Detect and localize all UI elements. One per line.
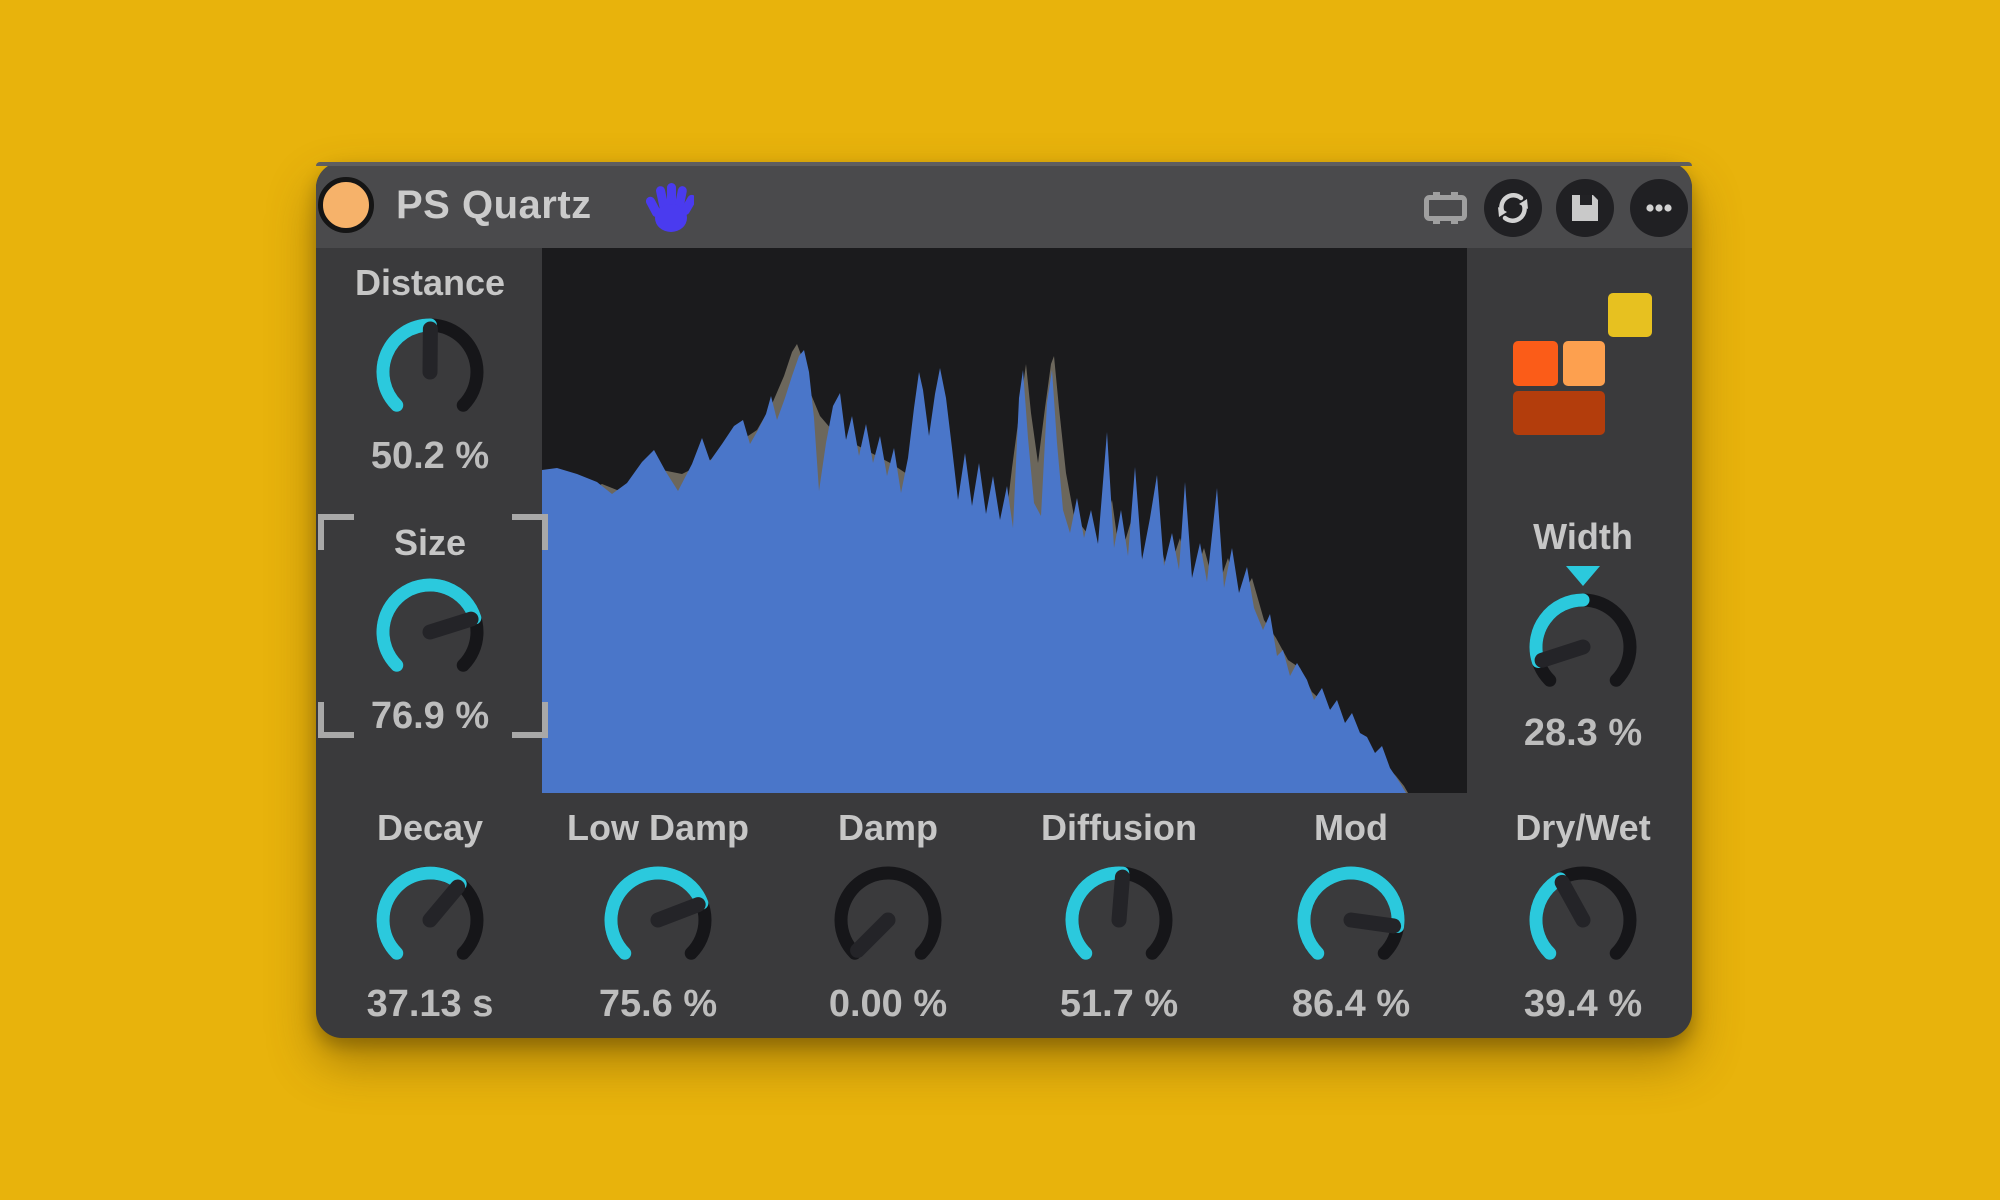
dry-wet-label: Dry/Wet [1473,807,1693,849]
distance-value[interactable]: 50.2 % [320,434,540,478]
damp-label: Damp [778,807,998,849]
width-center-marker-icon [1566,566,1600,586]
distance-knob[interactable] [368,310,492,434]
width-label: Width [1473,516,1693,558]
logo-square-yellow [1608,293,1652,337]
ps-quartz-device: PS Quartz [316,162,1692,1038]
save-preset-button[interactable] [1556,179,1614,237]
size-control: Size 76.9 % [320,522,540,738]
damp-control: Damp 0.00 % [778,807,998,1026]
distance-label: Distance [320,262,540,304]
hand-icon [646,181,694,233]
diffusion-value[interactable]: 51.7 % [1009,982,1229,1026]
mod-knob[interactable] [1289,858,1413,982]
low-damp-knob[interactable] [596,858,720,982]
decay-control: Decay 37.13 s [320,807,540,1026]
decay-label: Decay [320,807,540,849]
low-damp-label: Low Damp [548,807,768,849]
dry-wet-control: Dry/Wet 39.4 % [1473,807,1693,1026]
size-knob[interactable] [368,570,492,694]
mod-control: Mod 86.4 % [1241,807,1461,1026]
low-damp-value[interactable]: 75.6 % [548,982,768,1026]
size-label: Size [320,522,540,564]
save-preset-icon [1567,190,1603,226]
diffusion-knob[interactable] [1057,858,1181,982]
mod-value[interactable]: 86.4 % [1241,982,1461,1026]
device-activator-toggle[interactable] [318,177,374,233]
reverb-spectrum-display [542,248,1467,793]
logo-square-orange [1513,341,1558,386]
mod-label: Mod [1241,807,1461,849]
distance-control: Distance 50.2 % [320,262,540,478]
diffusion-control: Diffusion 51.7 % [1009,807,1229,1026]
low-damp-control: Low Damp 75.6 % [548,807,768,1026]
diffusion-label: Diffusion [1009,807,1229,849]
more-options-button[interactable] [1630,179,1688,237]
damp-value[interactable]: 0.00 % [778,982,998,1026]
width-knob[interactable] [1521,585,1645,709]
size-value[interactable]: 76.9 % [320,694,540,738]
spectrum-graph [542,248,1467,793]
device-titlebar: PS Quartz [316,162,1692,248]
width-control: Width 28.3 % [1473,516,1693,755]
width-value[interactable]: 28.3 % [1473,711,1693,755]
decay-value[interactable]: 37.13 s [320,982,540,1026]
dry-wet-value[interactable]: 39.4 % [1473,982,1693,1026]
more-options-icon [1641,190,1677,226]
logo-square-dark-red [1513,391,1605,435]
device-title: PS Quartz [396,162,592,248]
dry-wet-knob[interactable] [1521,858,1645,982]
max-editor-icon[interactable] [1422,191,1470,225]
hot-swap-button[interactable] [1484,179,1542,237]
hot-swap-icon [1495,190,1531,226]
logo-square-light-orange [1563,341,1605,386]
decay-knob[interactable] [368,858,492,982]
damp-knob[interactable] [826,858,950,982]
